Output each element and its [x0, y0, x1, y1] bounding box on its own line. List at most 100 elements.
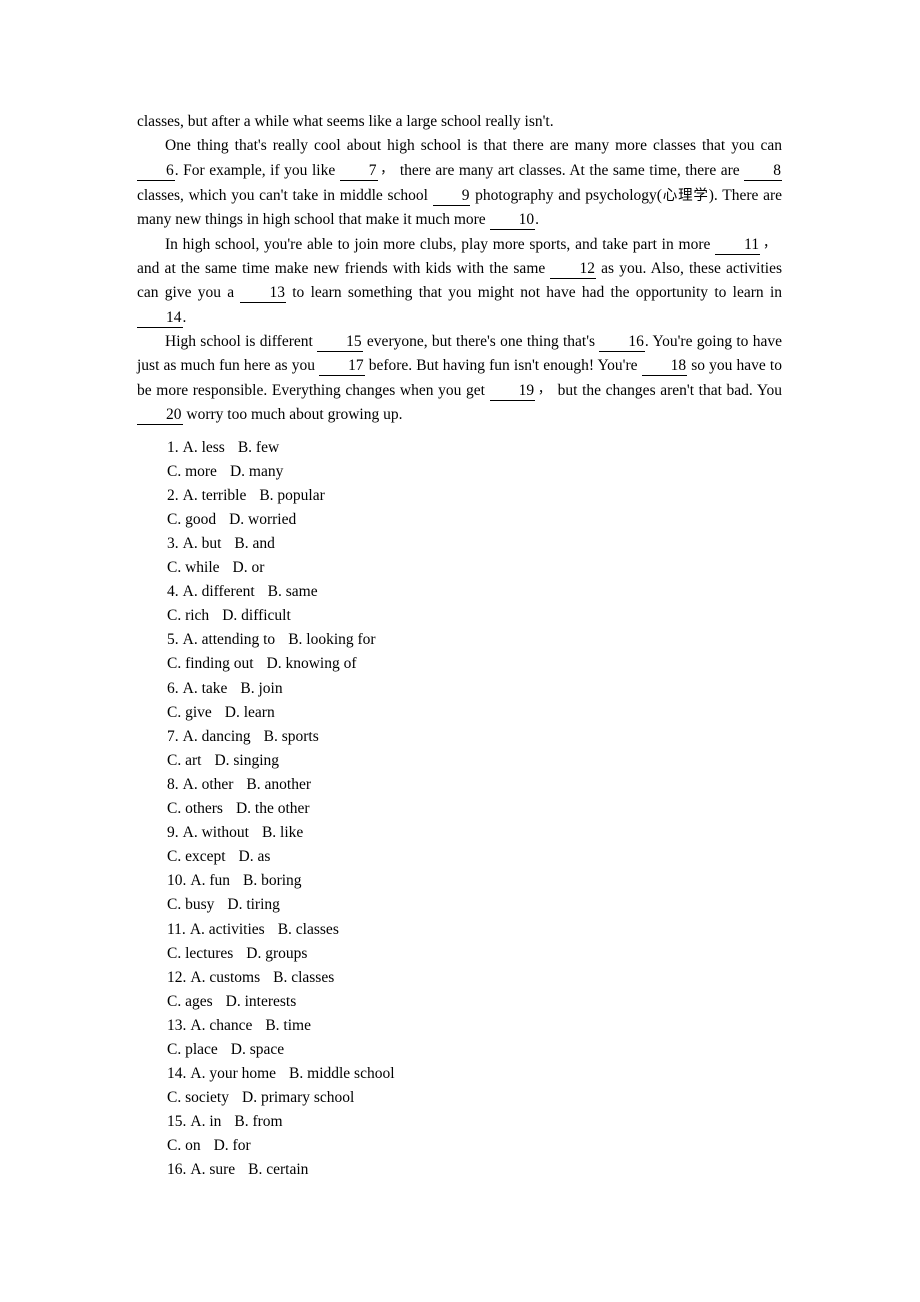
cloze-passage: classes, but after a while what seems li…: [137, 110, 782, 428]
choice-option[interactable]: D. groups: [246, 945, 307, 962]
choice-option[interactable]: A. different: [183, 583, 255, 600]
answer-blank-20[interactable]: 20: [137, 406, 183, 426]
choice-option[interactable]: B. boring: [243, 872, 302, 889]
choice-option[interactable]: C. others: [167, 800, 223, 817]
choice-option[interactable]: B. looking for: [288, 631, 375, 648]
answer-blank-14[interactable]: 14: [137, 309, 183, 328]
choice-option[interactable]: C. finding out: [167, 655, 254, 672]
choice-option[interactable]: D. many: [230, 463, 283, 480]
answer-blank-13[interactable]: 13: [240, 284, 286, 304]
choice-option[interactable]: A. fun: [190, 872, 230, 889]
choice-option[interactable]: D. the other: [236, 800, 310, 817]
choice-option[interactable]: D. knowing of: [267, 655, 357, 672]
question-number: 10.: [167, 872, 187, 890]
answer-blank-16[interactable]: 16: [599, 333, 645, 352]
question-number: 5.: [167, 631, 179, 649]
choice-option[interactable]: B. sports: [264, 728, 319, 745]
choice-option[interactable]: B. join: [240, 680, 282, 697]
choice-option[interactable]: A. in: [190, 1113, 221, 1130]
choice-option[interactable]: C. place: [167, 1041, 218, 1058]
passage-text: .: [182, 308, 187, 326]
question-number: 7.: [167, 727, 179, 745]
choice-option[interactable]: C. society: [167, 1089, 229, 1106]
chinese-comma: ，: [762, 236, 776, 252]
answer-blank-10[interactable]: 10: [489, 211, 536, 230]
choice-option[interactable]: B. time: [265, 1017, 311, 1034]
question-item-continued: C. finding out D. knowing of: [167, 652, 782, 676]
question-item-continued: C. art D. singing: [167, 749, 782, 773]
choice-option[interactable]: C. give: [167, 704, 212, 721]
choice-option[interactable]: A. activities: [190, 921, 265, 938]
choice-option[interactable]: A. without: [183, 824, 249, 841]
choice-option[interactable]: C. more: [167, 463, 217, 480]
question-item: 13. A. chance B. time: [167, 1014, 782, 1038]
passage-text: there are many art classes. At the same …: [399, 162, 745, 180]
choice-option[interactable]: A. take: [183, 680, 228, 697]
passage-text: and at the same time make new friends wi…: [137, 260, 551, 278]
chinese-comma: ，: [537, 382, 552, 398]
question-options-list: 1. A. less B. few C. more D. many 2. A. terrib…: [137, 436, 782, 1183]
choice-option[interactable]: B. another: [246, 776, 311, 793]
choice-option[interactable]: D. as: [239, 848, 271, 865]
answer-blank-19[interactable]: 19: [489, 382, 536, 402]
choice-option[interactable]: A. chance: [190, 1017, 252, 1034]
choice-option[interactable]: B. same: [268, 583, 318, 600]
choice-option[interactable]: C. while: [167, 559, 220, 576]
choice-option[interactable]: C. busy: [167, 896, 214, 913]
question-item: 9. A. without B. like: [167, 821, 782, 845]
choice-option[interactable]: D. for: [214, 1137, 251, 1154]
answer-blank-9[interactable]: 9: [432, 187, 471, 206]
question-item: 16. A. sure B. certain: [167, 1158, 782, 1182]
question-number: 9.: [167, 824, 179, 842]
answer-blank-11[interactable]: 11: [715, 236, 761, 256]
choice-option[interactable]: D. interests: [226, 993, 297, 1010]
choice-option[interactable]: A. dancing: [183, 728, 251, 745]
choice-option[interactable]: B. certain: [248, 1161, 308, 1178]
choice-option[interactable]: B. popular: [259, 487, 324, 504]
answer-blank-12[interactable]: 12: [550, 260, 596, 280]
choice-option[interactable]: B. middle school: [289, 1065, 394, 1082]
choice-option[interactable]: C. art: [167, 752, 201, 769]
answer-blank-15[interactable]: 15: [317, 333, 363, 352]
answer-blank-6[interactable]: 6: [137, 162, 175, 182]
answer-blank-17[interactable]: 17: [319, 357, 365, 377]
choice-option[interactable]: B. classes: [278, 921, 339, 938]
choice-option[interactable]: D. learn: [225, 704, 275, 721]
choice-option[interactable]: A. your home: [190, 1065, 276, 1082]
answer-blank-7[interactable]: 7: [339, 162, 378, 182]
question-item: 4. A. different B. same: [167, 580, 782, 604]
answer-blank-8[interactable]: 8: [744, 162, 782, 182]
choice-option[interactable]: A. but: [183, 535, 222, 552]
choice-option[interactable]: A. terrible: [183, 487, 247, 504]
answer-blank-18[interactable]: 18: [641, 357, 688, 377]
choice-option[interactable]: B. few: [238, 439, 279, 456]
question-item-continued: C. others D. the other: [167, 797, 782, 821]
document-page: classes, but after a while what seems li…: [0, 0, 920, 1302]
choice-option[interactable]: A. attending to: [183, 631, 276, 648]
choice-option[interactable]: D. worried: [229, 511, 296, 528]
question-item-continued: C. except D. as: [167, 845, 782, 869]
choice-option[interactable]: B. classes: [273, 969, 334, 986]
choice-option[interactable]: B. like: [262, 824, 303, 841]
choice-option[interactable]: A. other: [183, 776, 234, 793]
choice-option[interactable]: B. from: [234, 1113, 282, 1130]
choice-option[interactable]: C. except: [167, 848, 226, 865]
chinese-comma: ，: [379, 162, 394, 178]
choice-option[interactable]: D. singing: [214, 752, 279, 769]
choice-option[interactable]: D. space: [231, 1041, 284, 1058]
choice-option[interactable]: C. good: [167, 511, 216, 528]
choice-option[interactable]: D. or: [233, 559, 265, 576]
passage-text: worry too much about growing up.: [182, 406, 403, 424]
choice-option[interactable]: D. primary school: [242, 1089, 354, 1106]
choice-option[interactable]: C. lectures: [167, 945, 233, 962]
choice-option[interactable]: D. difficult: [222, 607, 291, 624]
choice-option[interactable]: C. ages: [167, 993, 213, 1010]
choice-option[interactable]: B. and: [234, 535, 274, 552]
choice-option[interactable]: A. less: [183, 439, 225, 456]
choice-option[interactable]: C. rich: [167, 607, 209, 624]
choice-option[interactable]: C. on: [167, 1137, 201, 1154]
choice-option[interactable]: A. customs: [190, 969, 260, 986]
choice-option[interactable]: A. sure: [190, 1161, 235, 1178]
question-number: 12.: [167, 968, 187, 986]
choice-option[interactable]: D. tiring: [227, 896, 280, 913]
